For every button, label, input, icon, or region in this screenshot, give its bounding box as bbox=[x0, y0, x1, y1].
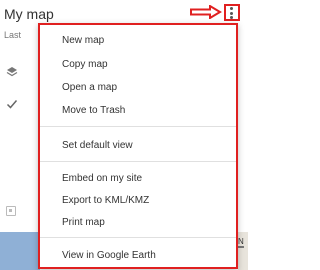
map-title[interactable]: My map bbox=[4, 6, 54, 22]
menu-item-view-in-google-earth[interactable]: View in Google Earth bbox=[62, 250, 156, 261]
menu-divider bbox=[40, 126, 236, 127]
map-last-edited: Last bbox=[4, 30, 22, 40]
menu-item-new-map[interactable]: New map bbox=[62, 35, 104, 46]
menu-item-set-default-view[interactable]: Set default view bbox=[62, 140, 133, 151]
menu-item-export-kml[interactable]: Export to KML/KMZ bbox=[62, 195, 149, 206]
more-options-button[interactable] bbox=[224, 4, 240, 21]
more-vert-icon-dot bbox=[230, 16, 233, 19]
arrow-right-icon bbox=[190, 5, 222, 19]
menu-divider bbox=[40, 161, 236, 162]
menu-item-copy-map[interactable]: Copy map bbox=[62, 59, 108, 70]
map-options-menu: New map Copy map Open a map Move to Tras… bbox=[38, 23, 238, 269]
map-thumbnail-label: N bbox=[238, 237, 244, 246]
menu-item-open-map[interactable]: Open a map bbox=[62, 82, 117, 93]
check-icon[interactable] bbox=[6, 98, 18, 110]
base-map-icon[interactable] bbox=[6, 206, 16, 216]
map-thumbnail-mark bbox=[238, 246, 244, 248]
menu-item-print-map[interactable]: Print map bbox=[62, 217, 105, 228]
menu-item-embed-on-site[interactable]: Embed on my site bbox=[62, 173, 142, 184]
map-thumbnail[interactable] bbox=[0, 232, 40, 270]
menu-divider bbox=[40, 237, 236, 238]
more-vert-icon-dot bbox=[230, 7, 233, 10]
menu-item-move-to-trash[interactable]: Move to Trash bbox=[62, 105, 125, 116]
layers-icon[interactable] bbox=[6, 66, 18, 78]
page: My map Last N New map Copy map Open a ma… bbox=[0, 0, 248, 270]
more-vert-icon-dot bbox=[230, 11, 233, 15]
